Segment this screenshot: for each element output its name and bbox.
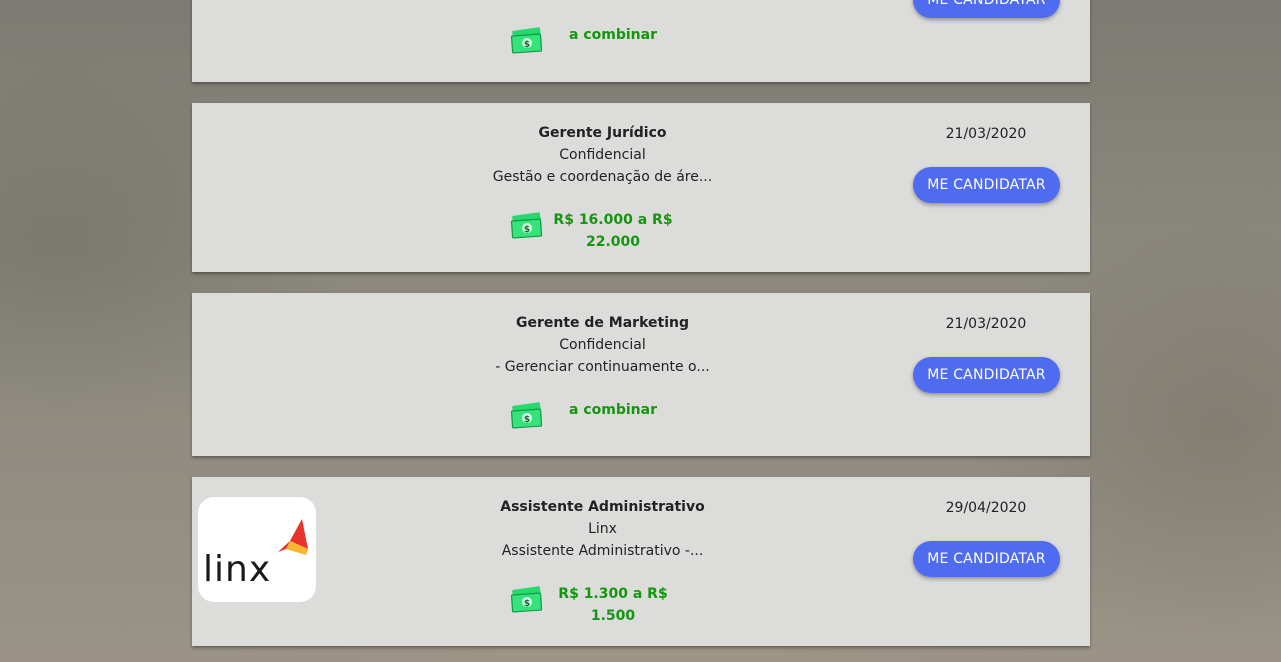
job-title[interactable]: Assistente Administrativo [462,496,743,518]
money-bill-icon: $ [510,212,543,239]
svg-text:$: $ [524,599,530,609]
salary-line-1: R$ 1.300 a R$ [558,586,668,602]
money-bill-icon: $ [510,27,543,54]
job-card: linx Assistente Administrativo Linx Assi… [192,477,1090,646]
apply-button[interactable]: ME CANDIDATAR [913,357,1060,393]
salary-line-1: a combinar [569,402,657,418]
job-card: Gerente Jurídico Confidencial Gestão e c… [192,103,1090,272]
apply-button[interactable]: ME CANDIDATAR [913,541,1060,577]
company-name: Confidencial [559,337,646,353]
salary-row: $ a combinar [510,24,670,70]
svg-text:$: $ [524,40,530,50]
post-date: 21/03/2020 [945,316,1027,332]
job-description: Assistente Administrativo -... [501,543,704,559]
apply-button[interactable]: ME CANDIDATAR [913,0,1060,18]
salary-line-1: a combinar [569,27,657,43]
linx-logo-icon: linx [203,519,308,590]
job-info: Assistente Administrativo Linx Assistent… [462,496,743,562]
salary-line-2: 1.500 [590,608,636,624]
post-date: 29/04/2020 [945,500,1027,516]
salary-row: $ R$ 1.300 a R$ 1.500 [510,583,670,629]
company-name: Linx [588,521,617,537]
company-logo[interactable]: linx [198,497,316,602]
salary-text: a combinar [550,399,676,421]
svg-text:linx: linx [203,549,271,590]
apply-button[interactable]: ME CANDIDATAR [913,167,1060,203]
job-title[interactable]: Gerente Jurídico [462,122,743,144]
svg-text:$: $ [524,225,530,235]
money-bill-icon: $ [510,586,543,613]
salary-row: $ R$ 16.000 a R$ 22.000 [510,209,673,255]
job-card: Gerente de Marketing Confidencial - Gere… [192,293,1090,456]
job-description: Gestão e coordenação de áre... [492,169,713,185]
salary-row: $ a combinar [510,399,670,445]
company-name: Confidencial [559,147,646,163]
job-title[interactable]: Gerente de Marketing [462,312,743,334]
job-card: ME CANDIDATAR $ a combinar [192,0,1090,82]
salary-text: R$ 1.300 a R$ 1.500 [550,583,676,627]
svg-text:$: $ [524,415,530,425]
salary-line-1: R$ 16.000 a R$ [553,212,673,228]
job-info: Gerente de Marketing Confidencial - Gere… [462,312,743,378]
salary-text: R$ 16.000 a R$ 22.000 [550,209,676,253]
job-description: - Gerenciar continuamente o... [495,359,710,375]
money-bill-icon: $ [510,402,543,429]
post-date: 21/03/2020 [945,126,1027,142]
salary-text: a combinar [550,24,676,46]
job-info: Gerente Jurídico Confidencial Gestão e c… [462,122,743,188]
salary-line-2: 22.000 [585,234,641,250]
